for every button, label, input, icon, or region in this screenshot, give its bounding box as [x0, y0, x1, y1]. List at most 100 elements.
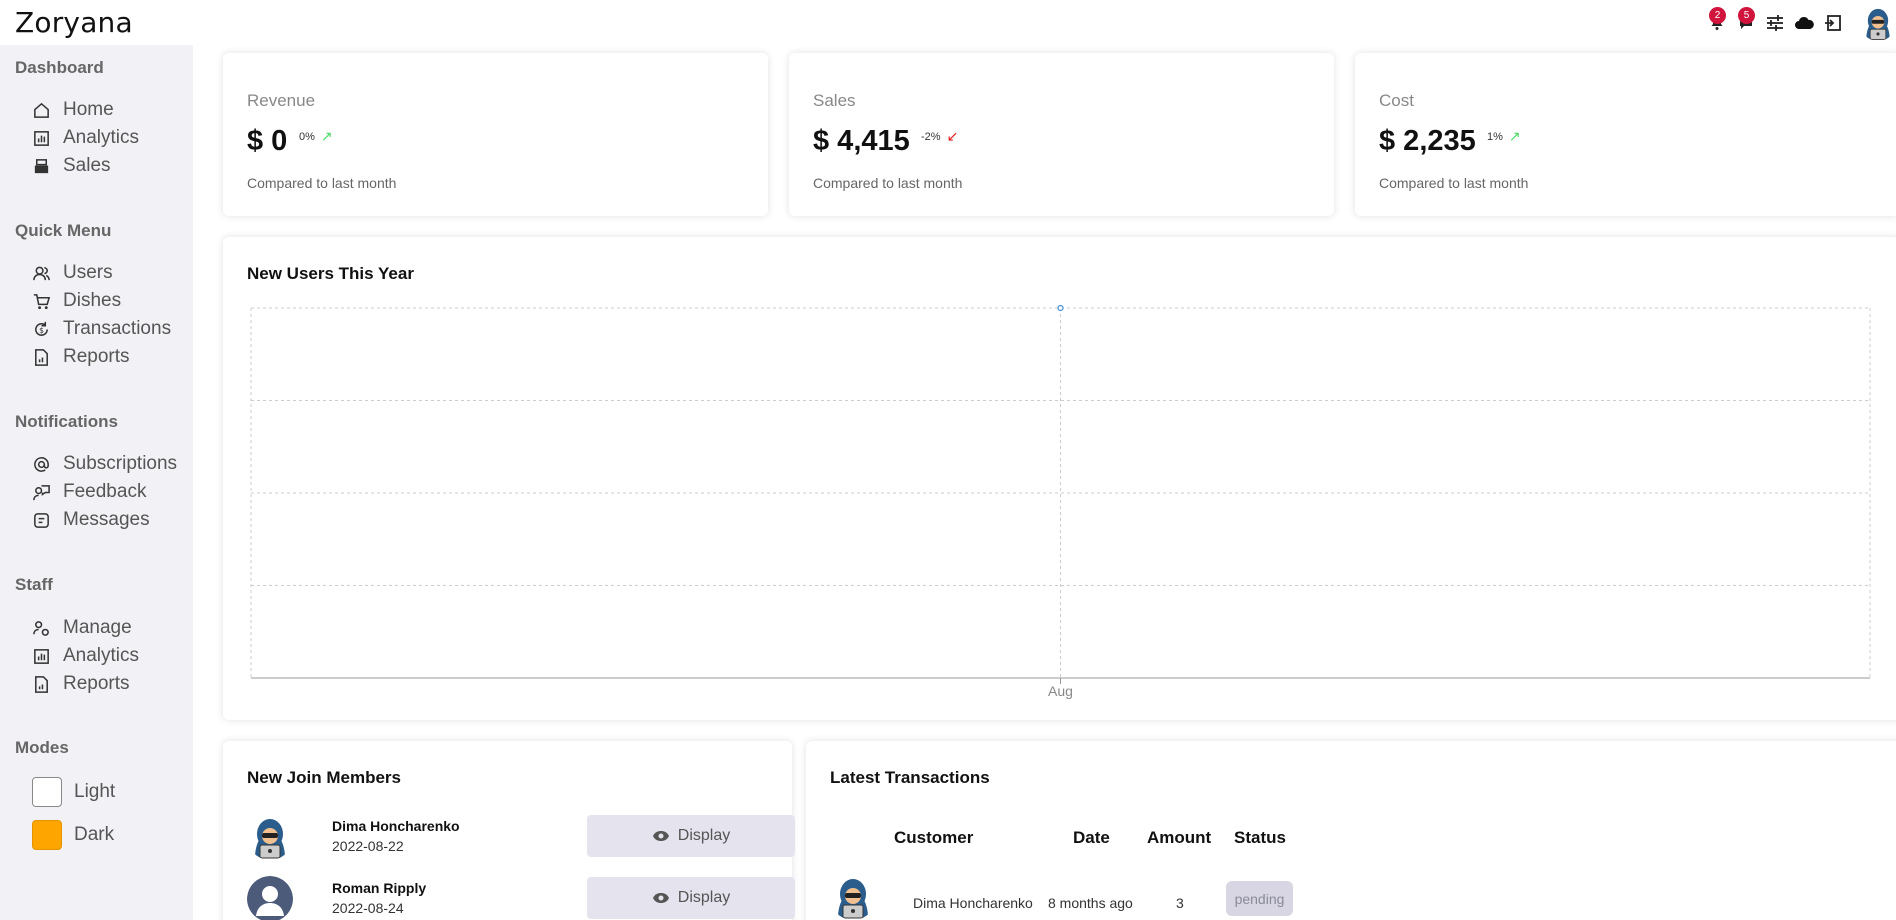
modes-title: Modes [15, 738, 69, 757]
sidebar-item-label: Messages [63, 509, 150, 530]
sidebar-item-staff-reports[interactable]: Reports [32, 673, 130, 695]
eye-icon [652, 893, 669, 903]
sidebar-item-transactions[interactable]: $ Transactions [32, 318, 171, 340]
eye-icon [652, 831, 669, 841]
sidebar-item-messages[interactable]: Messages [32, 509, 150, 531]
column-header-amount: Amount [1147, 828, 1212, 847]
display-label: Display [677, 827, 731, 844]
cloud-icon[interactable] [1793, 12, 1815, 34]
users-icon [33, 266, 50, 280]
bell-icon[interactable]: 2 [1706, 7, 1728, 34]
light-mode-swatch[interactable] [32, 777, 62, 807]
sidebar-section-title: Staff [15, 575, 53, 594]
sidebar-item-label: Reports [63, 346, 130, 367]
svg-text:$: $ [39, 325, 44, 334]
sidebar-item-label: Analytics [63, 127, 140, 148]
top-icons: 2 5 [1699, 4, 1896, 42]
sidebar-item-label: Sales [63, 155, 111, 176]
feedback-icon [33, 484, 50, 500]
sliders-icon[interactable] [1764, 12, 1786, 34]
member-join-date: 2022-08-24 [332, 900, 404, 916]
sidebar-item-analytics[interactable]: Analytics [32, 127, 139, 149]
notification-badge: 2 [1709, 7, 1726, 24]
at-icon [34, 456, 49, 472]
home-icon [34, 102, 49, 118]
sidebar-item-label: Subscriptions [63, 453, 178, 474]
message-badge: 5 [1738, 7, 1755, 24]
member-name: Dima Honcharenko [332, 818, 460, 834]
kpi-note: Compared to last month [247, 175, 397, 191]
sidebar-item-label: Dishes [63, 290, 122, 311]
data-point [1057, 304, 1064, 312]
kpi-value: $ 4,415 [813, 125, 910, 157]
kpi-card-revenue: Revenue $ 0 0% ↗ Compared to last month [223, 53, 768, 216]
display-member-button[interactable]: Display [587, 815, 795, 857]
arrow-up-icon: ↗ [1508, 128, 1521, 144]
brand-logo-text[interactable]: Zoryana [15, 6, 133, 39]
kpi-note: Compared to last month [1379, 175, 1529, 191]
sidebar-item-label: Analytics [63, 645, 140, 666]
sidebar-item-home[interactable]: Home [32, 99, 114, 121]
mode-label: Dark [74, 824, 115, 845]
arrow-down-icon: ↙ [946, 128, 959, 144]
chat-icon[interactable]: 5 [1735, 7, 1757, 34]
transaction-status-badge: pending [1226, 881, 1293, 916]
member-row: Dima Honcharenko 2022-08-22 Display [247, 814, 795, 860]
sidebar-item-feedback[interactable]: Feedback [32, 481, 146, 503]
member-info: Dima Honcharenko 2022-08-22 [332, 818, 532, 854]
analytics-icon [34, 130, 49, 146]
kpi-card-sales: Sales $ 4,415 -2% ↙ Compared to last mon… [789, 53, 1334, 216]
cash-register-icon [34, 158, 49, 173]
sidebar-item-label: Home [63, 99, 114, 120]
latest-transactions-card: Latest Transactions Customer Date Amount… [806, 741, 1896, 920]
display-label: Display [677, 889, 731, 906]
mode-label: Light [74, 781, 116, 802]
sidebar-section-title: Quick Menu [15, 221, 112, 240]
column-header-status: Status [1234, 828, 1286, 847]
sidebar-item-users[interactable]: Users [32, 262, 113, 284]
transaction-amount: 3 [1176, 895, 1184, 911]
member-avatar [247, 814, 293, 860]
sidebar-item-label: Transactions [63, 318, 172, 339]
sidebar-section-title: Dashboard [15, 58, 104, 77]
column-header-customer: Customer [894, 828, 974, 847]
mode-dark[interactable]: Dark [32, 820, 114, 850]
user-avatar[interactable] [1860, 5, 1896, 41]
sidebar-section-title: Notifications [15, 412, 118, 431]
kpi-rate-value: -2% [921, 130, 941, 143]
sidebar-item-manage[interactable]: Manage [32, 617, 132, 639]
kpi-card-cost: Cost $ 2,235 1% ↗ Compared to last month [1355, 53, 1896, 216]
logout-icon[interactable] [1822, 12, 1844, 34]
sidebar: Dashboard Home Analytics Sales Quick Men… [0, 45, 193, 920]
sidebar-item-sales[interactable]: Sales [32, 155, 111, 177]
kpi-title: Revenue [247, 91, 316, 110]
kpi-rate: 1% ↗ [1487, 128, 1521, 145]
sidebar-item-subscriptions[interactable]: Subscriptions [32, 453, 177, 475]
mode-light[interactable]: Light [32, 777, 115, 807]
sidebar-item-dishes[interactable]: Dishes [32, 290, 121, 312]
kpi-value: $ 0 [247, 125, 288, 157]
sidebar-item-staff-analytics[interactable]: Analytics [32, 645, 139, 667]
display-member-button[interactable]: Display [587, 877, 795, 919]
arrow-up-icon: ↗ [320, 128, 333, 144]
sidebar-item-label: Manage [63, 617, 132, 638]
transactions-title: Latest Transactions [830, 768, 990, 787]
report-icon [35, 348, 48, 366]
members-title: New Join Members [247, 768, 401, 787]
sidebar-item-label: Reports [63, 673, 130, 694]
kpi-title: Sales [813, 91, 856, 110]
sidebar-item-reports[interactable]: Reports [32, 346, 130, 368]
x-tick-label: Aug [1048, 683, 1073, 699]
dark-mode-swatch[interactable] [32, 820, 62, 850]
kpi-title: Cost [1379, 91, 1414, 110]
manage-icon [33, 620, 49, 636]
member-row: Roman Ripply 2022-08-24 Display [247, 876, 795, 920]
new-users-chart: Aug [250, 304, 1871, 699]
transaction-customer: Dima Honcharenko [913, 895, 1033, 911]
member-info: Roman Ripply 2022-08-24 [332, 880, 532, 916]
transactions-icon: $ [35, 321, 48, 336]
sidebar-item-label: Users [63, 262, 113, 283]
sidebar-item-label: Feedback [63, 481, 147, 502]
kpi-rate-value: 0% [299, 130, 315, 143]
kpi-value: $ 2,235 [1379, 125, 1476, 157]
